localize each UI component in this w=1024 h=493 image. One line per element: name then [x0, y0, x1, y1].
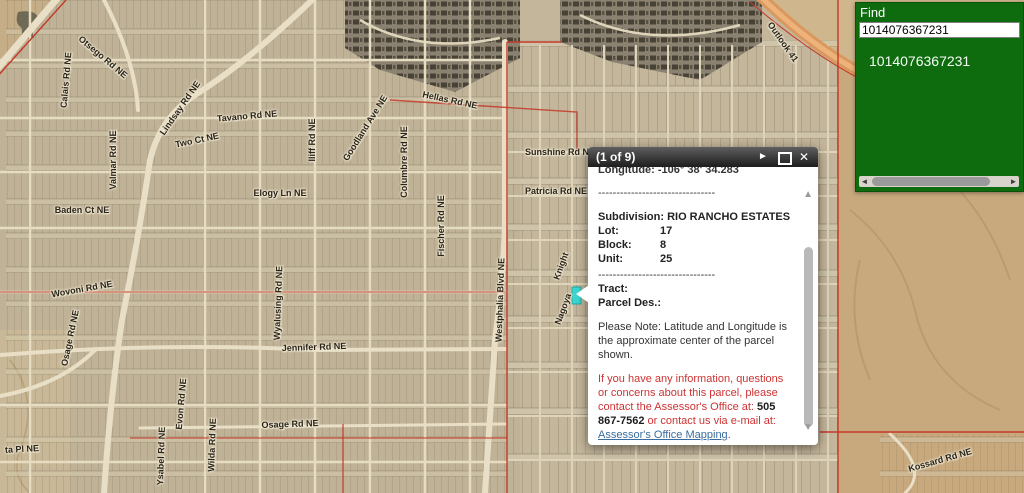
parcel-des-row: Parcel Des.: — [598, 296, 794, 310]
find-panel: Find 1014076367231 ◄ ► — [855, 2, 1024, 192]
block-row: Block:8 — [598, 238, 794, 252]
find-result-item[interactable]: 1014076367231 — [869, 53, 970, 69]
popup-content: Longitude: -106° 38' 34.283 ------------… — [588, 167, 818, 441]
lot-row: Lot:17 — [598, 224, 794, 238]
parcel-info-popup: (1 of 9) ► ✕ Longitude: -106° 38' 34.283… — [588, 147, 818, 445]
scroll-up-icon[interactable]: ▲ — [803, 188, 813, 202]
email-link[interactable]: Assessor's Office Mapping — [598, 429, 728, 441]
close-icon[interactable]: ✕ — [797, 147, 811, 167]
separator-dashes: -------------------------------- — [598, 268, 794, 282]
tract-row: Tract: — [598, 282, 794, 296]
popup-titlebar[interactable]: (1 of 9) ► ✕ — [588, 147, 818, 167]
warning-text: If you have any information, questions o… — [598, 372, 794, 441]
popup-scrollbar-thumb[interactable] — [804, 247, 813, 427]
note-text: Please Note: Latitude and Longitude is t… — [598, 320, 794, 362]
scroll-right-icon[interactable]: ► — [1008, 176, 1019, 187]
app-window: Otsego Rd NECalais Rd NELindsay Rd NETav… — [0, 0, 1024, 493]
popup-pager: (1 of 9) — [596, 150, 635, 164]
maximize-icon[interactable] — [778, 152, 792, 165]
next-result-icon[interactable]: ► — [756, 147, 770, 167]
scroll-left-icon[interactable]: ◄ — [859, 176, 870, 187]
subdivision-line: Subdivision: RIO RANCHO ESTATES — [598, 210, 794, 224]
scroll-down-icon[interactable]: ▼ — [803, 421, 813, 435]
find-input[interactable] — [859, 22, 1020, 38]
separator-dashes: -------------------------------- — [598, 186, 794, 200]
find-scrollbar-thumb[interactable] — [872, 177, 990, 186]
longitude-line-clipped: Longitude: -106° 38' 34.283 — [598, 167, 794, 178]
find-panel-title: Find — [856, 3, 1023, 22]
unit-row: Unit:25 — [598, 252, 794, 266]
find-horizontal-scrollbar[interactable]: ◄ ► — [859, 176, 1019, 187]
